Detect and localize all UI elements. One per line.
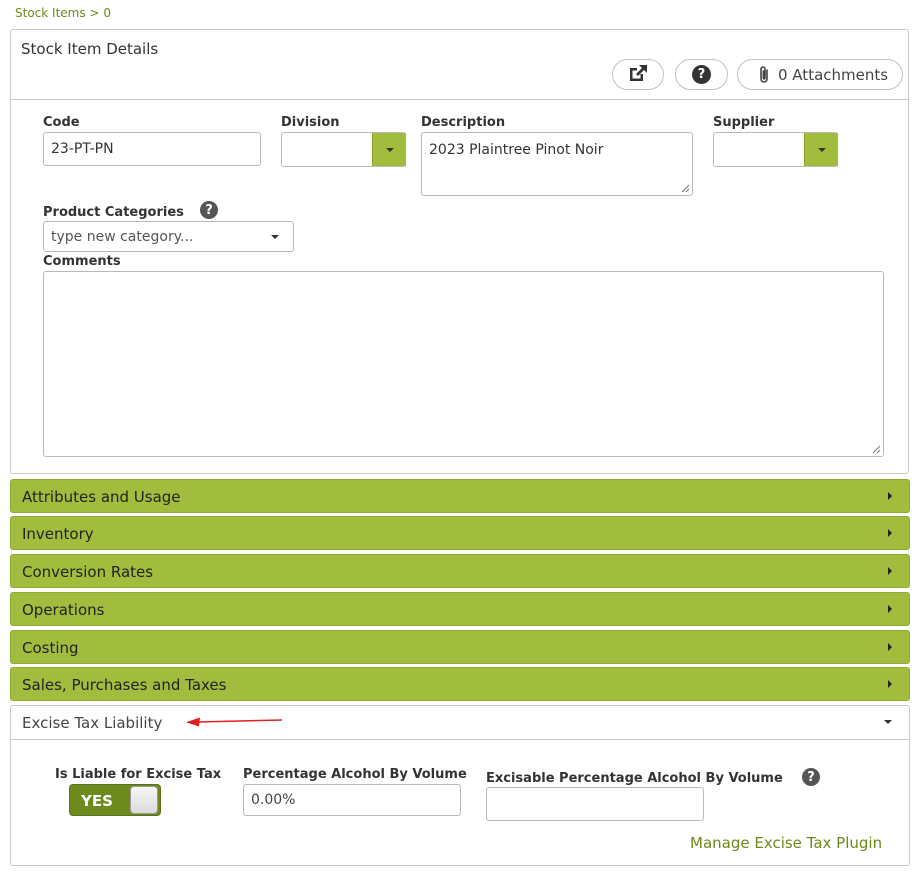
question-circle-icon: ?	[692, 65, 711, 84]
toggle-knob	[130, 786, 158, 814]
section-label: Conversion Rates	[22, 563, 154, 581]
code-input[interactable]: 23-PT-PN	[43, 132, 261, 166]
section-operations[interactable]: Operations	[10, 592, 910, 626]
resize-grip-icon[interactable]	[681, 184, 690, 193]
section-label: Attributes and Usage	[22, 488, 181, 506]
section-label: Costing	[22, 639, 79, 657]
caret-right-icon	[888, 605, 892, 613]
excisable-abv-label: Excisable Percentage Alcohol By Volume	[486, 771, 783, 786]
caret-right-icon	[888, 680, 892, 688]
description-textarea[interactable]: 2023 Plaintree Pinot Noir	[421, 132, 693, 196]
section-label: Excise Tax Liability	[22, 714, 163, 732]
product-categories-placeholder: type new category...	[51, 228, 194, 245]
caret-right-icon	[888, 643, 892, 651]
panel-title: Stock Item Details	[21, 40, 159, 58]
section-label: Sales, Purchases and Taxes	[22, 676, 227, 694]
caret-right-icon	[888, 492, 892, 500]
breadcrumb-current: 0	[103, 6, 111, 20]
paperclip-icon	[758, 65, 770, 85]
caret-right-icon	[888, 529, 892, 537]
description-value: 2023 Plaintree Pinot Noir	[429, 142, 604, 158]
section-costing[interactable]: Costing	[10, 630, 910, 664]
division-dropdown-button[interactable]	[372, 133, 406, 166]
section-conversion-rates[interactable]: Conversion Rates	[10, 554, 910, 588]
section-excise-tax-liability[interactable]: Excise Tax Liability	[10, 705, 910, 740]
excisable-abv-input[interactable]	[486, 787, 704, 821]
code-label: Code	[43, 115, 80, 130]
comments-label: Comments	[43, 254, 121, 269]
section-sales-purchases-taxes[interactable]: Sales, Purchases and Taxes	[10, 667, 910, 701]
resize-grip-icon[interactable]	[872, 445, 881, 454]
section-label: Operations	[22, 601, 105, 619]
toggle-state-label: YES	[81, 792, 113, 810]
abv-label: Percentage Alcohol By Volume	[243, 767, 467, 782]
supplier-label: Supplier	[713, 115, 775, 130]
comments-textarea[interactable]	[43, 271, 884, 457]
supplier-dropdown-button[interactable]	[804, 133, 838, 166]
product-categories-combobox[interactable]: type new category...	[43, 221, 294, 252]
section-inventory[interactable]: Inventory	[10, 516, 910, 550]
open-external-button[interactable]	[612, 59, 664, 90]
caret-down-icon	[884, 720, 892, 724]
liable-for-excise-toggle[interactable]: YES	[69, 784, 161, 816]
caret-down-icon	[385, 147, 394, 152]
section-attributes-and-usage[interactable]: Attributes and Usage	[10, 479, 910, 513]
division-label: Division	[281, 115, 340, 130]
panel-header-divider	[11, 99, 908, 100]
breadcrumb-separator: >	[89, 6, 100, 20]
abv-input[interactable]: 0.00%	[243, 784, 461, 816]
manage-excise-plugin-link[interactable]: Manage Excise Tax Plugin	[690, 834, 882, 852]
product-categories-label: Product Categories	[43, 205, 184, 220]
external-link-icon	[627, 63, 649, 87]
attachments-label: 0 Attachments	[778, 65, 889, 84]
section-label: Inventory	[22, 525, 94, 543]
breadcrumb-stock-items-link[interactable]: Stock Items	[15, 6, 86, 20]
breadcrumb: Stock Items > 0	[15, 6, 111, 20]
attachments-button[interactable]: 0 Attachments	[737, 59, 903, 90]
caret-down-icon	[817, 147, 826, 152]
help-button[interactable]: ?	[675, 59, 728, 90]
help-icon[interactable]: ?	[200, 201, 218, 219]
description-label: Description	[421, 115, 506, 130]
caret-right-icon	[888, 567, 892, 575]
liable-for-excise-label: Is Liable for Excise Tax	[55, 767, 222, 782]
caret-down-icon[interactable]	[271, 235, 279, 239]
help-icon[interactable]: ?	[802, 768, 820, 786]
annotation-arrow-icon	[184, 714, 284, 730]
